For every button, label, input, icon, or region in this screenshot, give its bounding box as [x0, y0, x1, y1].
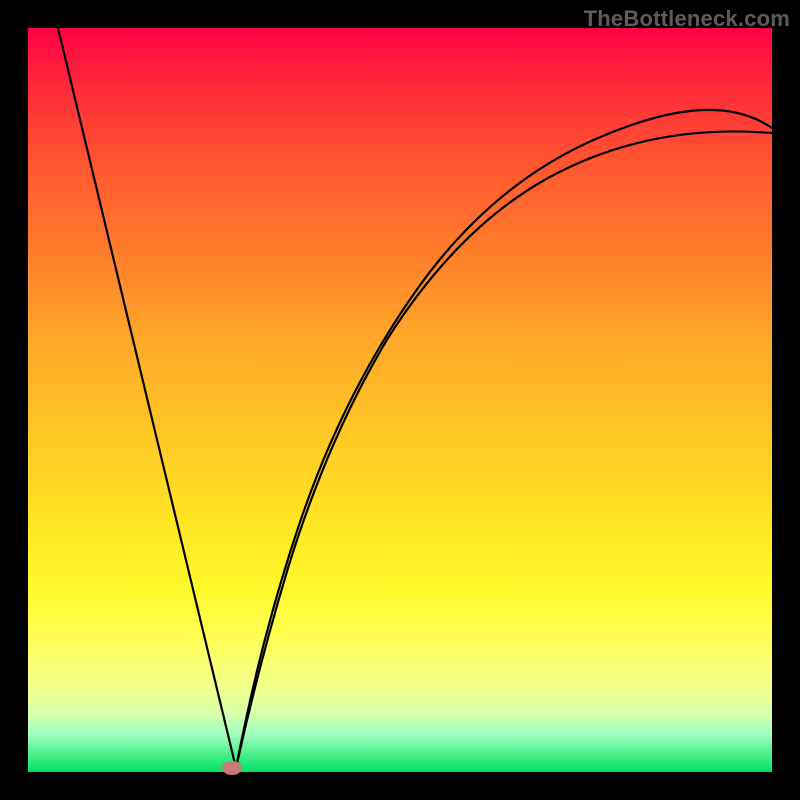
- curve-left-arm: [58, 28, 236, 768]
- curve-right-arm-overlay: [236, 131, 772, 768]
- plot-area: [28, 28, 772, 772]
- chart-frame: TheBottleneck.com: [0, 0, 800, 800]
- bottleneck-curve-svg: [28, 28, 772, 772]
- watermark-text: TheBottleneck.com: [584, 6, 790, 32]
- minimum-marker: [222, 761, 242, 775]
- curve-right-arm: [236, 110, 772, 768]
